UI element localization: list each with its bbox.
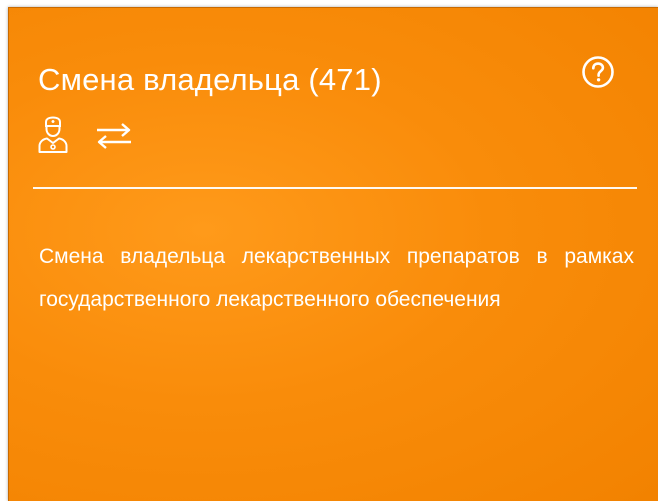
pharmacist-icon bbox=[37, 116, 69, 154]
help-icon[interactable] bbox=[581, 55, 615, 89]
card-icons bbox=[37, 115, 134, 155]
owner-change-card[interactable]: Смена владельца (471) Смена владельца ле… bbox=[8, 7, 658, 501]
exchange-arrows-icon bbox=[94, 121, 134, 149]
card-title: Смена владельца (471) bbox=[38, 62, 382, 97]
divider bbox=[33, 187, 637, 189]
card-description: Смена владельца лекарственных препаратов… bbox=[39, 245, 634, 311]
